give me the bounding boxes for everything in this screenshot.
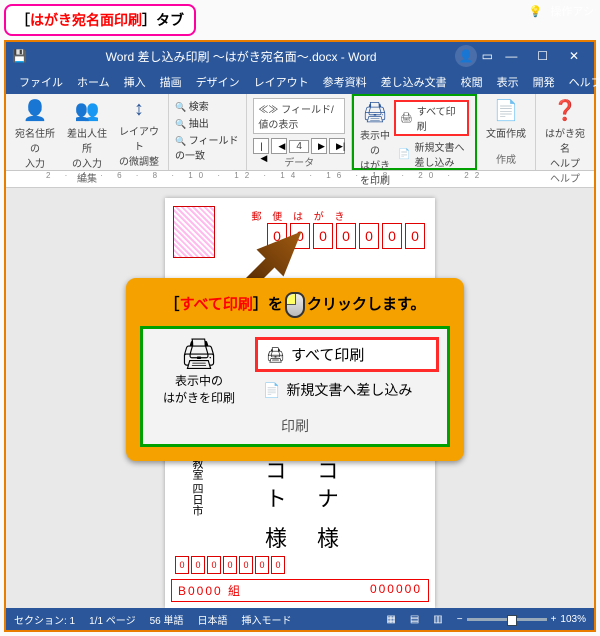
record-number[interactable]: 4 (289, 140, 309, 153)
merge-icon: 📄 (398, 149, 410, 160)
view-read-icon[interactable]: ▤ (410, 614, 419, 625)
tab-references[interactable]: 参考資料 (316, 70, 374, 94)
record-nav: |◀ ◀ 4 ▶ ▶| (253, 138, 345, 154)
tab-design[interactable]: デザイン (189, 70, 247, 94)
status-words[interactable]: 56 単語 (150, 612, 184, 627)
ribbon-group-edit: 👤宛名住所の 入力 👥差出人住所 の入力 ↕レイアウト の微調整 編集 (6, 94, 169, 170)
window-title: Word 差し込み印刷 ～はがき宛名面～.docx - Word (27, 48, 455, 65)
tab-developer[interactable]: 開発 (526, 70, 562, 94)
close-button[interactable]: ✕ (560, 49, 588, 63)
printer-icon: 🖨 (362, 100, 387, 125)
print-all-button[interactable]: 🖨すべて印刷 (394, 100, 469, 136)
tab-draw[interactable]: 描画 (153, 70, 189, 94)
popup-print-group: 🖨 表示中の はがきを印刷 🖨 すべて印刷 📄 新規文書へ差し込み (140, 326, 450, 447)
account-avatar[interactable]: 👤 (455, 45, 477, 67)
status-page[interactable]: 1/1 ページ (89, 612, 135, 627)
tab-layout[interactable]: レイアウト (247, 70, 316, 94)
tab-home[interactable]: ホーム (70, 70, 117, 94)
status-mode[interactable]: 挿入モード (242, 612, 292, 627)
tab-view[interactable]: 表示 (490, 70, 526, 94)
last-record-button[interactable]: ▶| (329, 138, 345, 154)
group-label-create: 作成 (496, 151, 516, 166)
print-all-icon: 🖨 (400, 113, 413, 124)
tab-review[interactable]: 校閲 (454, 70, 490, 94)
match-fields-button[interactable]: フィールドの一致 (175, 132, 240, 162)
tab-file[interactable]: ファイル (12, 70, 70, 94)
next-record-button[interactable]: ▶ (311, 138, 327, 154)
word-window: 💾 Word 差し込み印刷 ～はがき宛名面～.docx - Word 👤 ▭ —… (4, 40, 596, 632)
tab-help[interactable]: ヘルプ (562, 70, 600, 94)
callout-tab-label: ［はがき宛名面印刷］タブ (4, 4, 196, 36)
popup-merge-button[interactable]: 📄 新規文書へ差し込み (255, 378, 439, 402)
ribbon-group-data: ≪≫ フィールド/値の表示 |◀ ◀ 4 ▶ ▶| データ (247, 94, 352, 170)
ribbon: 👤宛名住所の 入力 👥差出人住所 の入力 ↕レイアウト の微調整 編集 検索 抽… (6, 94, 594, 171)
ribbon-options-icon[interactable]: ▭ (477, 49, 497, 63)
create-face-button[interactable]: 📄文面作成 (483, 98, 529, 140)
view-web-icon[interactable]: ▥ (433, 614, 442, 625)
document-canvas[interactable]: 郵 便 は が き 0 0 0 0 0 0 0 コト 様 コナ 様 教室 四日市… (6, 188, 594, 608)
printer-icon: 🖨 (180, 337, 218, 372)
zoom-out-icon[interactable]: − (457, 614, 463, 625)
search-button[interactable]: 検索 (175, 98, 240, 113)
toggle-field-button[interactable]: ≪≫ フィールド/値の表示 (253, 98, 345, 134)
ribbon-group-create: 📄文面作成 作成 (477, 94, 536, 170)
popup-print-all-button[interactable]: 🖨 すべて印刷 (255, 337, 439, 372)
recipient-address-button[interactable]: 👤宛名住所の 入力 (12, 98, 58, 170)
sender-postcode: 0 0 0 0 0 0 0 (175, 556, 285, 574)
prev-record-button[interactable]: ◀ (271, 138, 287, 154)
stamp-area (173, 206, 215, 258)
extract-button[interactable]: 抽出 (175, 115, 240, 130)
group-label-help: ヘルプ (550, 170, 580, 185)
status-bar: セクション: 1 1/1 ページ 56 単語 日本語 挿入モード ▦ ▤ ▥ −… (6, 608, 594, 630)
window-controls: — ☐ ✕ (497, 49, 588, 63)
zoom-value[interactable]: 103% (560, 614, 586, 625)
view-print-layout-icon[interactable]: ▦ (386, 614, 395, 625)
status-section[interactable]: セクション: 1 (14, 612, 75, 627)
status-lang[interactable]: 日本語 (198, 612, 228, 627)
instruction-text: ［すべて印刷］をクリックします。 (140, 292, 450, 318)
minimize-button[interactable]: — (497, 49, 525, 63)
group-label-edit: 編集 (77, 170, 97, 185)
recipient-name-2: コト 様 (258, 459, 290, 555)
recipient-name-1: コナ 様 (310, 459, 342, 555)
sender-address: 教室 四日市 (189, 458, 205, 516)
address-icon: 👤 (23, 98, 48, 123)
sender-address-button[interactable]: 👥差出人住所 の入力 (64, 98, 110, 170)
save-icon[interactable]: 💾 (12, 49, 27, 63)
first-record-button[interactable]: |◀ (253, 138, 269, 154)
maximize-button[interactable]: ☐ (529, 49, 557, 63)
hagaki-help-button[interactable]: ❓はがき宛名 ヘルプ (542, 98, 588, 170)
print-all-icon: 🖨 (266, 346, 285, 364)
tab-insert[interactable]: 挿入 (117, 70, 153, 94)
popup-print-current-button[interactable]: 🖨 表示中の はがきを印刷 (151, 337, 247, 406)
instruction-popup: ［すべて印刷］をクリックします。 🖨 表示中の はがきを印刷 🖨 すべて印刷 (126, 278, 464, 461)
merge-icon: 📄 (263, 382, 280, 399)
layout-adjust-button[interactable]: ↕レイアウト の微調整 (116, 98, 162, 170)
recipient-names: コト 様 コナ 様 (175, 459, 425, 555)
zoom-slider[interactable]: − + 103% (457, 614, 586, 625)
merge-new-doc-button[interactable]: 📄新規文書へ差し込み (394, 138, 469, 170)
lottery-strip: B0000 組 000000 (171, 579, 429, 602)
titlebar: 💾 Word 差し込み印刷 ～はがき宛名面～.docx - Word 👤 ▭ —… (6, 42, 594, 70)
zoom-in-icon[interactable]: + (551, 614, 557, 625)
tell-me[interactable]: 💡 操作アシ (529, 3, 594, 19)
doc-icon: 📄 (494, 98, 519, 123)
layout-icon: ↕ (134, 98, 144, 121)
ribbon-group-help: ❓はがき宛名 ヘルプ ヘルプ (536, 94, 594, 170)
popup-group-label: 印刷 (151, 416, 439, 436)
group-label-data: データ (284, 154, 314, 169)
sender-icon: 👥 (75, 98, 100, 123)
mouse-icon (285, 292, 305, 318)
tab-mailings[interactable]: 差し込み文書 (374, 70, 454, 94)
print-current-button[interactable]: 🖨表示中の はがきを印刷 (360, 100, 390, 187)
ribbon-tabs: ファイル ホーム 挿入 描画 デザイン レイアウト 参考資料 差し込み文書 校閲… (6, 70, 594, 94)
help-icon: ❓ (553, 98, 578, 123)
ribbon-group-print: 🖨表示中の はがきを印刷 🖨すべて印刷 📄新規文書へ差し込み 印刷 (352, 94, 477, 170)
ribbon-group-search: 検索 抽出 フィールドの一致 (169, 94, 247, 170)
